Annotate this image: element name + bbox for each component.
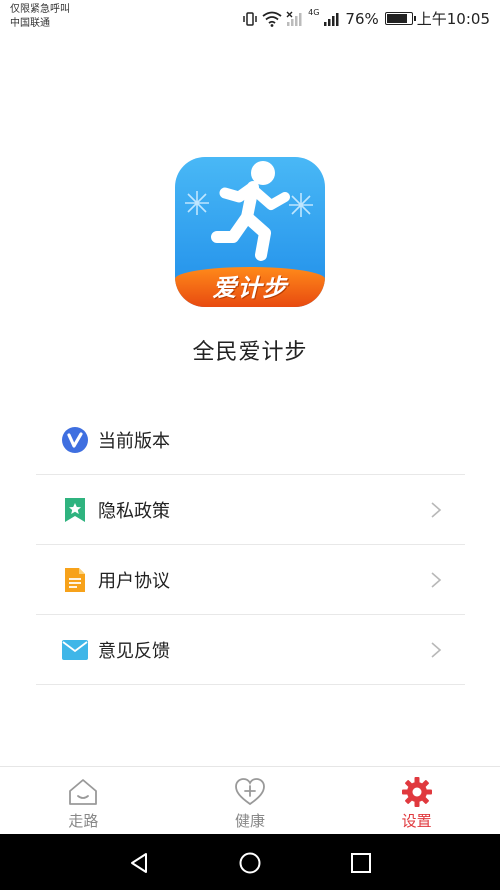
tab-label: 走路 <box>68 812 99 830</box>
menu-item-label: 意见反馈 <box>98 640 170 662</box>
chevron-right-icon <box>431 571 442 588</box>
battery-fill <box>386 14 407 23</box>
status-time: 上午10:05 <box>416 10 490 28</box>
app-name: 全民爱计步 <box>192 340 308 365</box>
wifi-icon <box>262 11 282 27</box>
menu-item-feedback[interactable]: 意见反馈 <box>36 615 465 685</box>
version-v-icon <box>62 426 88 453</box>
menu-item-label: 当前版本 <box>98 430 170 452</box>
runner-icon <box>211 161 290 261</box>
home-smile-icon <box>69 779 98 805</box>
mail-icon <box>62 637 88 663</box>
settings-menu: 当前版本 隐私政策 用户协议 意见反馈 <box>36 405 465 685</box>
status-bar: 仅限紧急呼叫 中国联通 4G 76% 上午10:05 <box>0 0 500 36</box>
menu-item-user-agreement[interactable]: 用户协议 <box>36 545 465 615</box>
menu-item-privacy-policy[interactable]: 隐私政策 <box>36 475 465 545</box>
menu-item-current-version[interactable]: 当前版本 <box>36 405 465 475</box>
signal-icon <box>324 12 339 26</box>
recents-square-icon[interactable] <box>350 852 372 874</box>
vibrate-icon <box>243 11 257 26</box>
back-icon[interactable] <box>128 852 150 874</box>
heart-plus-icon <box>235 778 265 806</box>
gear-icon <box>401 777 432 807</box>
tab-walk[interactable]: 走路 <box>0 767 167 834</box>
carrier-name: 中国联通 <box>10 18 50 29</box>
screen: 仅限紧急呼叫 中国联通 4G 76% 上午10:05 爱计步 全民爱计步 当前版… <box>0 0 500 890</box>
document-icon <box>62 567 88 593</box>
bookmark-star-icon <box>62 497 88 523</box>
home-circle-icon[interactable] <box>239 852 261 874</box>
chevron-right-icon <box>431 641 442 658</box>
app-logo-text: 爱计步 <box>212 274 288 302</box>
app-logo: 爱计步 <box>175 157 325 307</box>
battery-percent: 76% <box>345 9 379 28</box>
bottom-tab-bar: 走路 健康 设置 <box>0 766 500 834</box>
menu-item-label: 隐私政策 <box>98 500 170 522</box>
tab-settings[interactable]: 设置 <box>333 767 500 834</box>
emergency-call-text: 仅限紧急呼叫 <box>10 4 70 15</box>
system-nav-bar <box>0 834 500 890</box>
tab-label: 设置 <box>401 812 432 830</box>
tab-health[interactable]: 健康 <box>167 767 334 834</box>
no-signal-icon <box>286 11 302 26</box>
network-type: 4G <box>308 8 320 17</box>
battery-icon <box>384 12 416 25</box>
tab-label: 健康 <box>235 812 266 830</box>
status-right: 4G 76% 上午10:05 <box>242 8 490 29</box>
chevron-right-icon <box>431 501 442 518</box>
menu-item-label: 用户协议 <box>98 570 170 592</box>
status-left: 仅限紧急呼叫 中国联通 <box>10 3 70 31</box>
